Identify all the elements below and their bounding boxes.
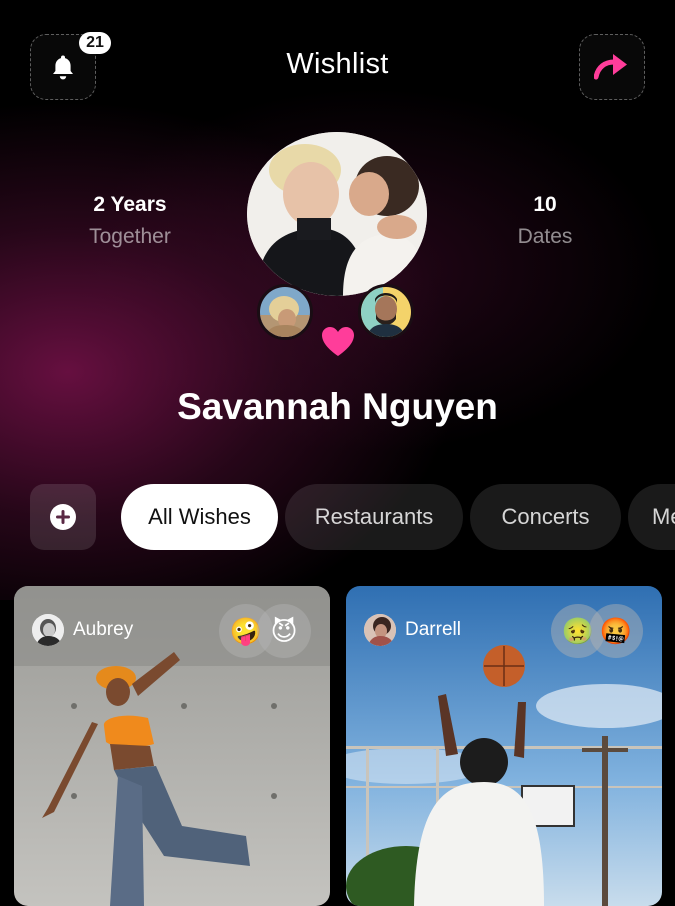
wish-card[interactable]: Darrell 🤢 🤬 <box>346 586 662 906</box>
share-arrow-icon <box>594 54 627 80</box>
stat-label: Together <box>89 225 171 248</box>
avatar <box>364 614 396 646</box>
add-category-button[interactable] <box>30 484 96 550</box>
reaction-emoji[interactable]: 🤬 <box>589 604 643 658</box>
card-user[interactable]: Aubrey <box>32 614 133 646</box>
partner-avatar-right[interactable] <box>358 284 414 340</box>
reaction-emoji[interactable]: 😈 <box>257 604 311 658</box>
avatar <box>32 614 64 646</box>
share-button[interactable] <box>579 34 645 100</box>
stat-value: 10 <box>533 193 557 216</box>
stat-dates: 10 Dates <box>455 193 635 249</box>
wish-card[interactable]: Aubrey 🤪 😈 <box>14 586 330 906</box>
stat-label: Dates <box>517 225 573 248</box>
couple-photo <box>247 132 427 296</box>
reactions[interactable]: 🤢 🤬 <box>551 604 647 658</box>
filter-chip-all-wishes[interactable]: All Wishes <box>121 484 278 550</box>
heart-icon <box>322 327 354 356</box>
card-user[interactable]: Darrell <box>364 614 461 646</box>
reactions[interactable]: 🤪 😈 <box>219 604 315 658</box>
partner-avatar-left[interactable] <box>257 284 313 340</box>
plus-icon <box>50 504 76 530</box>
filter-chip-restaurants[interactable]: Restaurants <box>285 484 463 550</box>
card-user-name: Darrell <box>405 619 461 640</box>
card-user-name: Aubrey <box>73 619 134 640</box>
stat-together: 2 Years Together <box>40 193 220 249</box>
filter-chip-concerts[interactable]: Concerts <box>470 484 621 550</box>
stat-value: 2 Years <box>93 193 167 216</box>
couple-name: Savannah Nguyen <box>177 386 498 427</box>
page-title: Wishlist <box>286 48 389 80</box>
